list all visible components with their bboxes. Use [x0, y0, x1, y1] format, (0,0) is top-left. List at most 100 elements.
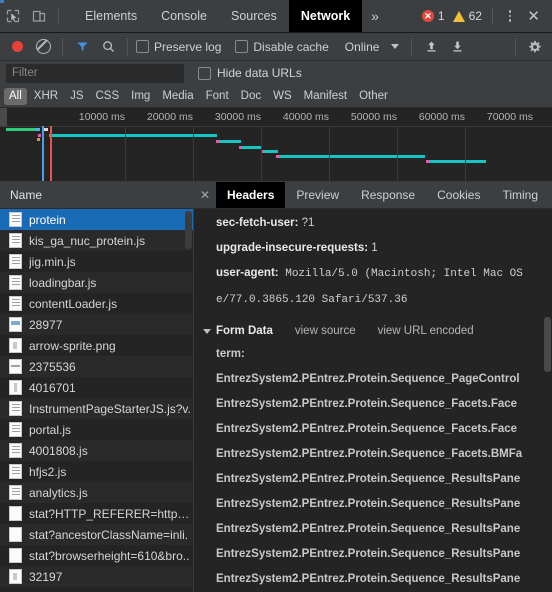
view-source-link[interactable]: view source: [295, 320, 356, 342]
type-filter-font[interactable]: Font: [201, 88, 234, 105]
disable-cache-label: Disable cache: [253, 39, 329, 54]
tab-timing[interactable]: Timing: [491, 182, 549, 208]
overview-grabber-left[interactable]: [0, 108, 7, 126]
type-filter-xhr[interactable]: XHR: [29, 88, 63, 105]
timeline-gridline-3: [329, 126, 330, 181]
type-filter-manifest[interactable]: Manifest: [299, 88, 352, 105]
request-row[interactable]: hfjs2.js: [0, 461, 193, 482]
filter-input[interactable]: [6, 63, 184, 83]
chevron-down-icon: [203, 328, 211, 334]
tab-network[interactable]: Network: [288, 0, 363, 32]
more-tabs-button[interactable]: »: [362, 0, 388, 32]
header-value: 1: [368, 242, 378, 254]
request-row[interactable]: stat?ancestorClassName=inli.: [0, 524, 193, 545]
tab-headers[interactable]: Headers: [216, 182, 286, 208]
request-row[interactable]: 28977: [0, 314, 193, 335]
request-name: InstrumentPageStarterJS.js?v.: [29, 401, 191, 416]
toolbar-divider: [411, 37, 413, 56]
inspect-cursor-icon[interactable]: [0, 3, 26, 29]
type-filter-js[interactable]: JS: [65, 88, 88, 105]
preserve-log-checkbox[interactable]: Preserve log: [136, 40, 221, 54]
timeline-gridline-0: [125, 126, 126, 181]
warning-badge[interactable]: 62: [447, 9, 482, 23]
toolbar-divider: [127, 37, 128, 56]
import-har-icon[interactable]: [418, 34, 444, 60]
export-har-icon[interactable]: [444, 34, 470, 60]
type-filter-all[interactable]: All: [4, 87, 27, 105]
network-split-view: Name protein kis_ga_nuc_protein.js jig.min…: [0, 182, 552, 592]
tab-elements[interactable]: Elements: [73, 0, 149, 32]
script-icon: [9, 422, 22, 437]
view-url-encoded-link[interactable]: view URL encoded: [378, 320, 474, 342]
header-value: e/77.0.3865.120 Safari/537.36: [216, 294, 408, 306]
request-row[interactable]: 4016701: [0, 377, 193, 398]
form-data-title[interactable]: Form Data: [203, 320, 273, 342]
overview-bar-0: [6, 128, 36, 131]
tab-response[interactable]: Response: [350, 182, 426, 208]
request-row[interactable]: 4001808.js: [0, 440, 193, 461]
tab-sources[interactable]: Sources: [219, 0, 289, 32]
disable-cache-checkbox[interactable]: Disable cache: [235, 39, 329, 54]
request-row[interactable]: portal.js: [0, 419, 193, 440]
request-row[interactable]: protein: [0, 209, 193, 230]
request-row[interactable]: stat?browserheight=610&bro..: [0, 545, 193, 566]
type-filter-doc[interactable]: Doc: [236, 88, 266, 105]
overview-bar-13: [276, 155, 280, 158]
type-filter-other[interactable]: Other: [354, 88, 393, 105]
gear-icon[interactable]: [522, 34, 548, 60]
other-icon: [9, 506, 22, 521]
type-filter-ws[interactable]: WS: [268, 88, 297, 105]
clear-icon[interactable]: [30, 34, 56, 60]
detail-scrollbar[interactable]: [544, 317, 551, 372]
error-badge[interactable]: ✕ 1: [421, 9, 445, 23]
image-icon: [9, 380, 22, 395]
search-icon[interactable]: [95, 34, 121, 60]
hide-data-urls-checkbox[interactable]: Hide data URLs: [198, 66, 302, 80]
tab-preview[interactable]: Preview: [285, 182, 350, 208]
tab-console[interactable]: Console: [149, 0, 219, 32]
record-button-icon[interactable]: [4, 34, 30, 60]
overview-bar-1: [36, 128, 40, 131]
close-icon[interactable]: ✕: [519, 9, 548, 24]
type-filter-css[interactable]: CSS: [90, 88, 124, 105]
request-row[interactable]: analytics.js: [0, 482, 193, 503]
device-toolbar-icon[interactable]: [26, 3, 52, 29]
column-header-name[interactable]: Name: [0, 182, 193, 209]
request-row[interactable]: InstrumentPageStarterJS.js?v.: [0, 398, 193, 419]
request-name: 2375536: [29, 359, 76, 374]
close-icon[interactable]: ✕: [194, 188, 216, 202]
request-row[interactable]: jig.min.js: [0, 251, 193, 272]
form-data-row: EntrezSystem2.PEntrez.Protein.Sequence_P…: [216, 373, 520, 385]
overview-event-line-1: [50, 126, 52, 181]
request-name: jig.min.js: [29, 254, 76, 269]
overview-event-line-0: [42, 126, 44, 181]
request-row[interactable]: 2375536: [0, 356, 193, 377]
request-name: stat?HTTP_REFERER=https…: [29, 506, 193, 521]
header-name: sec-fetch-user:: [216, 217, 299, 229]
network-toolbar: Preserve log Disable cache Online: [0, 33, 552, 61]
form-data-row: EntrezSystem2.PEntrez.Protein.Sequence_F…: [216, 398, 518, 410]
kebab-menu-icon[interactable]: [501, 10, 520, 22]
request-row[interactable]: stat?HTTP_REFERER=https…: [0, 503, 193, 524]
request-row[interactable]: arrow-sprite.png: [0, 335, 193, 356]
header-line: user-agent: Mozilla/5.0 (Macintosh; Inte…: [194, 261, 552, 287]
request-row[interactable]: contentLoader.js: [0, 293, 193, 314]
request-row[interactable]: kis_ga_nuc_protein.js: [0, 230, 193, 251]
overview-bar-3: [49, 134, 217, 137]
network-overview[interactable]: 10000 ms 20000 ms 30000 ms 40000 ms 50000 ms…: [0, 108, 552, 182]
throttling-value: Online: [344, 39, 380, 54]
tab-cookies[interactable]: Cookies: [426, 182, 491, 208]
type-filter-media[interactable]: Media: [157, 88, 198, 105]
header-line: e/77.0.3865.120 Safari/537.36: [194, 287, 552, 313]
preserve-log-label: Preserve log: [154, 39, 222, 54]
throttling-select[interactable]: Online: [345, 40, 400, 54]
type-filter-img[interactable]: Img: [126, 88, 155, 105]
timeline-gridline-1: [193, 126, 194, 181]
detail-tabs: ✕ Headers Preview Response Cookies Timin…: [194, 182, 552, 209]
filter-funnel-icon[interactable]: [69, 34, 95, 60]
request-row[interactable]: loadingbar.js: [0, 272, 193, 293]
checkbox-box: [235, 40, 249, 53]
request-row[interactable]: 32197: [0, 566, 193, 587]
request-list-scrollbar[interactable]: [185, 211, 192, 249]
checkbox-box: [136, 40, 149, 53]
